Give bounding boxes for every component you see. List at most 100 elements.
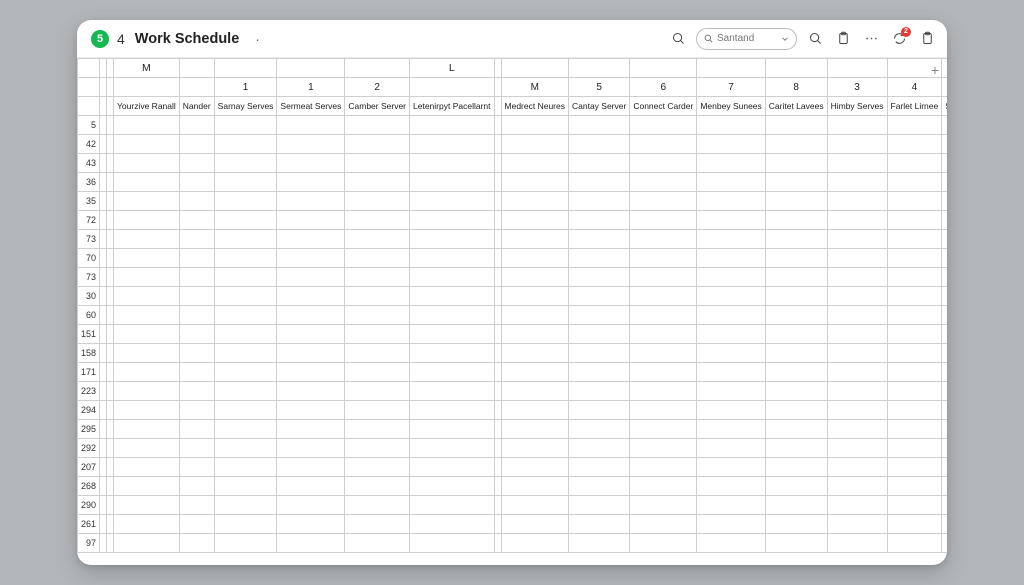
- cell[interactable]: [100, 116, 107, 135]
- cell[interactable]: [827, 458, 887, 477]
- cell[interactable]: [107, 116, 114, 135]
- cell[interactable]: [765, 173, 827, 192]
- cell[interactable]: [568, 401, 629, 420]
- cell[interactable]: [277, 344, 345, 363]
- cell[interactable]: [697, 344, 765, 363]
- cell[interactable]: [100, 458, 107, 477]
- cell[interactable]: [179, 78, 214, 97]
- cell[interactable]: [501, 534, 568, 553]
- cell[interactable]: 4: [887, 78, 942, 97]
- cell[interactable]: [100, 173, 107, 192]
- cell[interactable]: [765, 477, 827, 496]
- cell[interactable]: [765, 154, 827, 173]
- cell[interactable]: [100, 382, 107, 401]
- cell[interactable]: [494, 306, 501, 325]
- cell[interactable]: [214, 420, 277, 439]
- cell[interactable]: [630, 135, 697, 154]
- cell[interactable]: [630, 230, 697, 249]
- cell[interactable]: [501, 230, 568, 249]
- cell[interactable]: [114, 135, 180, 154]
- row-number[interactable]: 36: [78, 173, 100, 192]
- cell[interactable]: [494, 230, 501, 249]
- cell[interactable]: [277, 363, 345, 382]
- cell[interactable]: [277, 287, 345, 306]
- cell[interactable]: [697, 287, 765, 306]
- cell[interactable]: [78, 59, 100, 78]
- cell[interactable]: [179, 116, 214, 135]
- cell[interactable]: [100, 439, 107, 458]
- cell[interactable]: 7: [697, 78, 765, 97]
- cell[interactable]: [114, 420, 180, 439]
- cell[interactable]: [568, 458, 629, 477]
- cell[interactable]: [765, 135, 827, 154]
- cell[interactable]: [494, 420, 501, 439]
- cell[interactable]: [765, 230, 827, 249]
- cell[interactable]: [179, 173, 214, 192]
- cell[interactable]: Sardey Lanees: [942, 97, 947, 116]
- cell[interactable]: [107, 420, 114, 439]
- cell[interactable]: [114, 496, 180, 515]
- cell[interactable]: Himby Serves: [827, 97, 887, 116]
- cell[interactable]: [494, 515, 501, 534]
- cell[interactable]: [179, 401, 214, 420]
- cell[interactable]: [494, 249, 501, 268]
- cell[interactable]: [630, 420, 697, 439]
- cell[interactable]: [827, 363, 887, 382]
- cell[interactable]: [697, 192, 765, 211]
- spreadsheet-grid[interactable]: ML112M567834910Yourzive RanallNanderSarn…: [77, 58, 947, 553]
- cell[interactable]: [501, 135, 568, 154]
- cell[interactable]: [501, 515, 568, 534]
- cell[interactable]: [179, 534, 214, 553]
- row-number[interactable]: 294: [78, 401, 100, 420]
- cell[interactable]: M: [501, 78, 568, 97]
- cell[interactable]: [765, 496, 827, 515]
- cell[interactable]: [887, 173, 942, 192]
- cell[interactable]: [214, 154, 277, 173]
- add-sheet-button[interactable]: +: [927, 62, 943, 78]
- cell[interactable]: [568, 344, 629, 363]
- cell[interactable]: [107, 154, 114, 173]
- cell[interactable]: [494, 116, 501, 135]
- cell[interactable]: [179, 496, 214, 515]
- cell[interactable]: [697, 325, 765, 344]
- cell[interactable]: [942, 173, 947, 192]
- cell[interactable]: [942, 439, 947, 458]
- cell[interactable]: [827, 401, 887, 420]
- cell[interactable]: [568, 496, 629, 515]
- cell[interactable]: [697, 249, 765, 268]
- cell[interactable]: [100, 420, 107, 439]
- cell[interactable]: [345, 116, 410, 135]
- cell[interactable]: [501, 306, 568, 325]
- row-number[interactable]: 292: [78, 439, 100, 458]
- cell[interactable]: [345, 211, 410, 230]
- cell[interactable]: [345, 287, 410, 306]
- cell[interactable]: 1: [277, 78, 345, 97]
- cell[interactable]: [501, 249, 568, 268]
- cell[interactable]: [107, 306, 114, 325]
- cell[interactable]: [827, 534, 887, 553]
- cell[interactable]: [887, 477, 942, 496]
- cell[interactable]: [179, 268, 214, 287]
- cell[interactable]: [410, 249, 495, 268]
- cell[interactable]: [630, 515, 697, 534]
- cell[interactable]: [697, 401, 765, 420]
- cell[interactable]: [697, 230, 765, 249]
- cell[interactable]: [942, 268, 947, 287]
- cell[interactable]: [697, 154, 765, 173]
- cell[interactable]: [214, 211, 277, 230]
- cell[interactable]: [100, 154, 107, 173]
- cell[interactable]: [179, 154, 214, 173]
- cell[interactable]: [410, 173, 495, 192]
- cell[interactable]: [214, 306, 277, 325]
- cell[interactable]: [630, 306, 697, 325]
- cell[interactable]: [827, 420, 887, 439]
- cell[interactable]: [887, 515, 942, 534]
- cell[interactable]: [697, 496, 765, 515]
- cell[interactable]: [277, 496, 345, 515]
- cell[interactable]: [765, 382, 827, 401]
- row-number[interactable]: 290: [78, 496, 100, 515]
- cell[interactable]: [501, 401, 568, 420]
- cell[interactable]: [214, 325, 277, 344]
- cell[interactable]: [107, 211, 114, 230]
- cell[interactable]: [494, 154, 501, 173]
